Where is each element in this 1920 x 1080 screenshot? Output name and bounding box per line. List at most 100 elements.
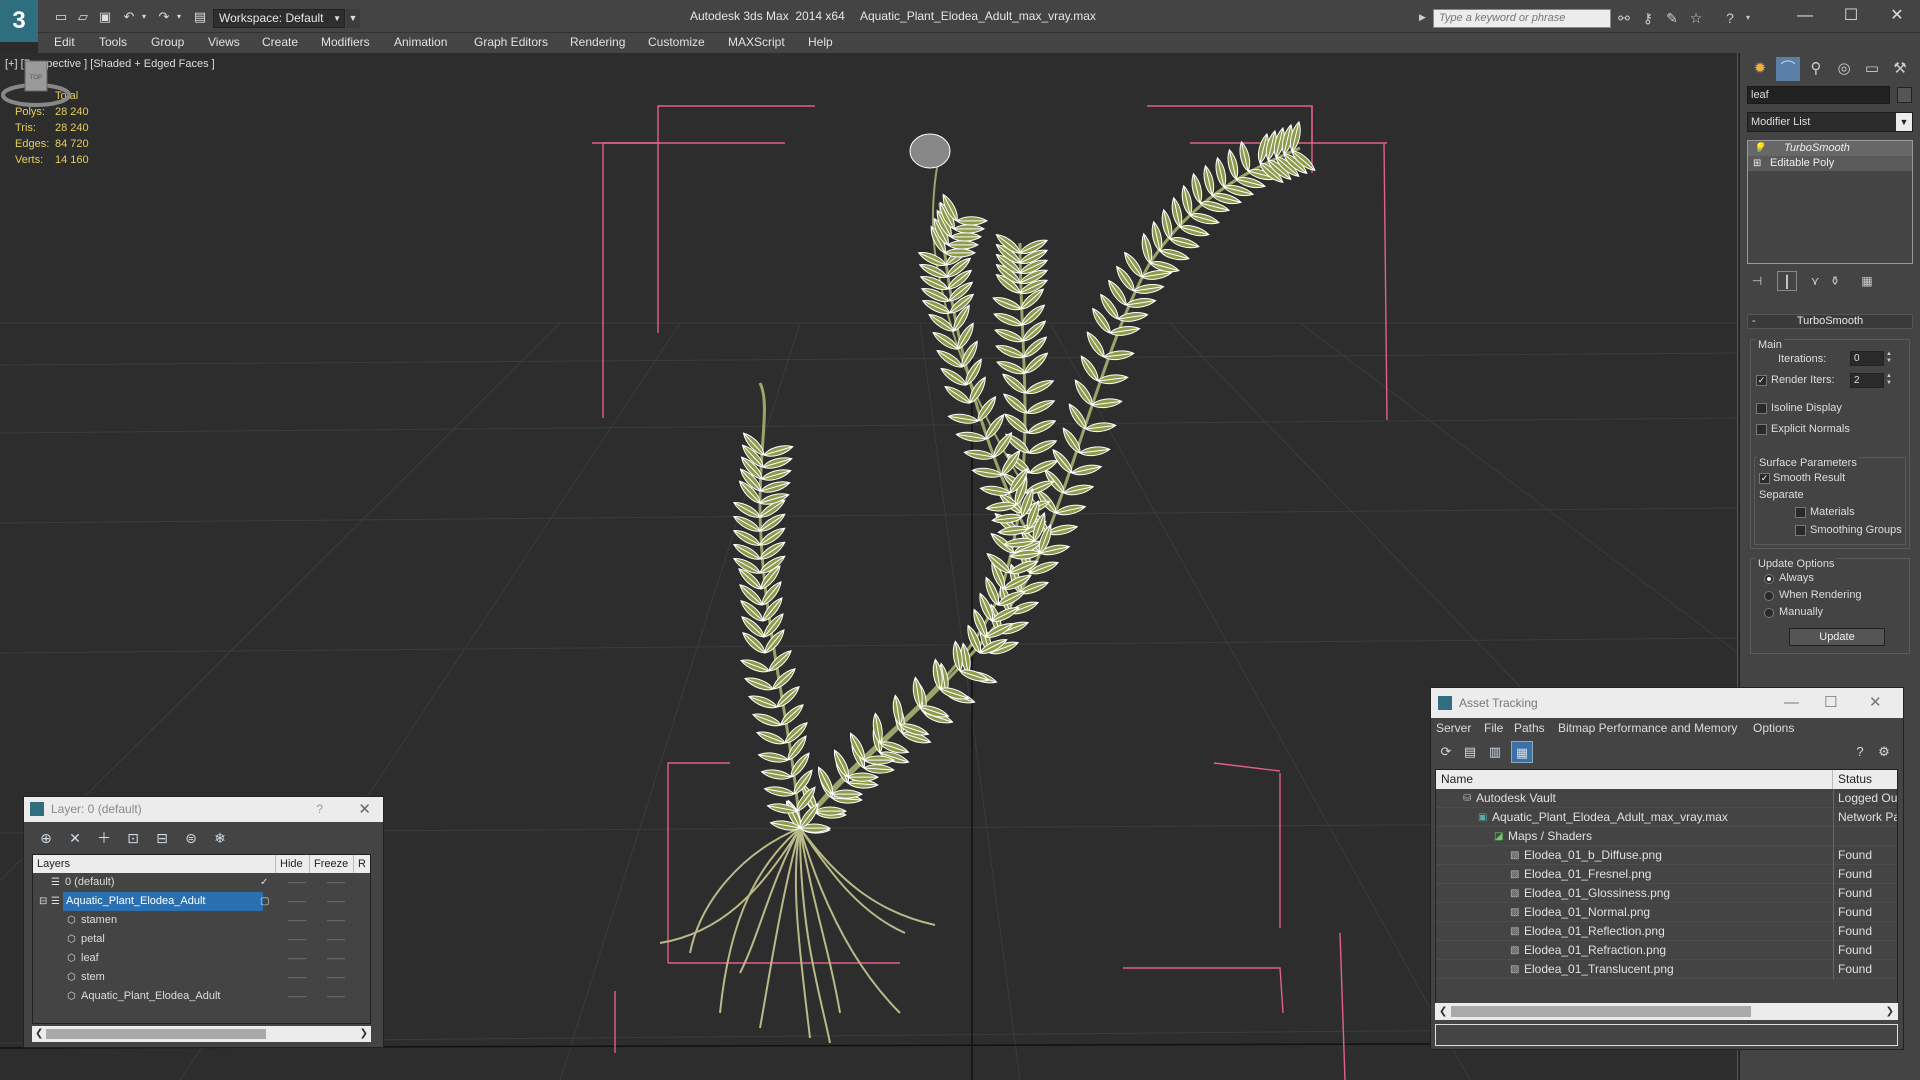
delete-layer-icon[interactable]: ✕ [64,827,86,849]
list-view-icon[interactable]: ▤ [1459,741,1481,763]
set-current-layer-icon[interactable]: ▢ [260,892,269,911]
communication-icon[interactable]: ✎ [1662,9,1682,27]
close-button[interactable]: ✕ [1874,4,1920,28]
freeze-toggle[interactable]: —— [327,930,345,949]
asset-menu-file[interactable]: File [1484,721,1503,735]
tree-view-icon[interactable]: ▥ [1484,741,1506,763]
maximize-icon[interactable]: ☐ [1824,688,1837,718]
asset-name[interactable]: Elodea_01_Refraction.png [1524,941,1666,960]
smooth-result-checkbox[interactable]: ✓ [1759,473,1770,484]
scroll-left-icon[interactable]: ❮ [35,1026,43,1042]
help-dropdown-icon[interactable]: ▾ [1738,9,1758,27]
menu-maxscript[interactable]: MAXScript [728,35,785,49]
asset-name[interactable]: Elodea_01_Fresnel.png [1524,865,1651,884]
freeze-all-layers-icon[interactable]: ❄ [209,827,231,849]
table-view-icon[interactable]: ▦ [1511,741,1533,763]
column-layers[interactable]: Layers [33,855,276,873]
hide-toggle[interactable]: —— [288,968,306,987]
select-objects-icon[interactable]: ⊡ [122,827,144,849]
utilities-tab-icon[interactable]: ⚒ [1888,57,1912,81]
spinner-arrows-icon[interactable]: ▲ ▼ [1885,351,1893,366]
save-icon[interactable]: ▣ [96,9,114,25]
materials-checkbox[interactable] [1795,507,1806,518]
hide-all-layers-icon[interactable]: ⊜ [180,827,202,849]
redo-dropdown-icon[interactable]: ▾ [170,9,188,25]
object-name[interactable]: stem [81,968,105,987]
modifier-list-dropdown[interactable]: Modifier List ▼ [1747,112,1913,132]
scroll-right-icon[interactable]: ❯ [360,1026,368,1042]
freeze-toggle[interactable]: —— [327,873,345,892]
add-to-layer-icon[interactable]: ＋ [93,827,115,849]
asset-row[interactable]: ▧ Elodea_01_Reflection.png Found [1436,922,1897,941]
hide-toggle[interactable]: —— [288,987,306,1006]
asset-row[interactable]: ▧ Elodea_01_Glossiness.png Found [1436,884,1897,903]
layer-row[interactable]: ⊟ ☰ Aquatic_Plant_Elodea_Adult ▢ —— —— [33,892,370,911]
pin-stack-icon[interactable]: ⊣ [1747,271,1767,291]
menu-modifiers[interactable]: Modifiers [321,35,370,49]
undo-dropdown-icon[interactable]: ▾ [135,9,153,25]
hierarchy-tab-icon[interactable]: ⚲ [1804,57,1828,81]
make-unique-icon[interactable]: ⋎ [1805,271,1825,291]
scrollbar-thumb[interactable] [1451,1006,1751,1017]
hide-toggle[interactable]: —— [288,873,306,892]
column-freeze[interactable]: Freeze [310,855,354,873]
manually-radio[interactable] [1764,608,1774,618]
asset-row[interactable]: ▧ Elodea_01_Refraction.png Found [1436,941,1897,960]
refresh-icon[interactable]: ⟳ [1435,741,1457,763]
minimize-button[interactable]: — [1782,4,1828,28]
spinner-arrows-icon[interactable]: ▲ ▼ [1885,373,1893,388]
isoline-display-checkbox[interactable] [1756,403,1767,414]
search-input[interactable]: Type a keyword or phrase [1433,9,1611,28]
hide-toggle[interactable]: —— [288,930,306,949]
layer-window-titlebar[interactable]: Layer: 0 (default) ? ✕ [24,797,383,822]
menu-customize[interactable]: Customize [648,35,705,49]
asset-name[interactable]: Elodea_01_Reflection.png [1524,922,1665,941]
asset-menu-paths[interactable]: Paths [1514,721,1545,735]
highlight-layer-icon[interactable]: ⊟ [151,827,173,849]
column-hide[interactable]: Hide [276,855,310,873]
object-name[interactable]: stamen [81,911,117,930]
asset-row[interactable]: ▧ Elodea_01_Fresnel.png Found [1436,865,1897,884]
search-expand-icon[interactable]: ▶ [1419,12,1426,23]
hide-toggle[interactable]: —— [288,892,306,911]
column-render[interactable]: R [354,855,370,873]
rollout-header[interactable]: - TurboSmooth [1747,314,1913,329]
help-icon[interactable]: ? [1849,741,1871,763]
column-name[interactable]: Name [1436,770,1833,789]
render-iters-spinner[interactable]: 2 [1850,373,1884,388]
asset-row[interactable]: ◪ Maps / Shaders [1436,827,1897,846]
freeze-toggle[interactable]: —— [327,968,345,987]
asset-menu-server[interactable]: Server [1436,721,1471,735]
asset-row[interactable]: ▧ Elodea_01_b_Diffuse.png Found [1436,846,1897,865]
stack-item-turbosmooth[interactable]: 💡 TurboSmooth [1748,141,1912,156]
display-tab-icon[interactable]: ▭ [1860,57,1884,81]
new-icon[interactable]: ▭ [52,9,70,25]
render-iters-checkbox[interactable]: ✓ [1756,375,1767,386]
stack-item-editable-poly[interactable]: ⊞ Editable Poly [1748,156,1912,171]
menu-rendering[interactable]: Rendering [570,35,625,49]
menu-views[interactable]: Views [208,35,240,49]
menu-group[interactable]: Group [151,35,184,49]
menu-tools[interactable]: Tools [99,35,127,49]
asset-row[interactable]: ▧ Elodea_01_Translucent.png Found [1436,960,1897,979]
asset-row[interactable]: ▧ Elodea_01_Normal.png Found [1436,903,1897,922]
menu-edit[interactable]: Edit [54,35,75,49]
iterations-spinner[interactable]: 0 [1850,351,1884,366]
freeze-toggle[interactable]: —— [327,949,345,968]
viewcube-icon[interactable]: TOP [0,53,72,109]
asset-name[interactable]: Elodea_01_Glossiness.png [1524,884,1670,903]
key-icon[interactable]: ⚷ [1638,9,1658,27]
asset-name[interactable]: Elodea_01_b_Diffuse.png [1524,846,1662,865]
asset-row[interactable]: ⛁ Autodesk Vault Logged Out [1436,789,1897,808]
binoculars-icon[interactable]: ⚯ [1614,9,1634,27]
always-radio[interactable] [1764,574,1774,584]
horizontal-scrollbar[interactable]: ❮ ❯ [32,1026,371,1042]
hide-toggle[interactable]: —— [288,949,306,968]
minimize-icon[interactable]: — [1784,688,1799,718]
expand-icon[interactable]: ⊟ [39,892,47,911]
help-icon[interactable]: ? [316,797,323,822]
menu-help[interactable]: Help [808,35,833,49]
star-icon[interactable]: ☆ [1686,9,1706,27]
object-name[interactable]: petal [81,930,105,949]
when-rendering-radio[interactable] [1764,591,1774,601]
